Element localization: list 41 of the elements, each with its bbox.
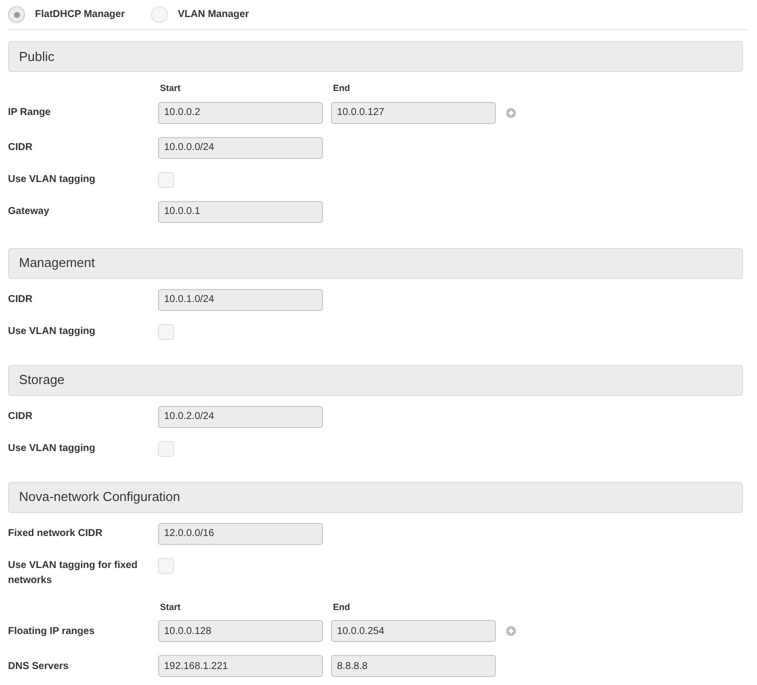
checkbox[interactable] bbox=[158, 172, 174, 188]
field-label: CIDR bbox=[8, 141, 34, 155]
checkbox[interactable] bbox=[158, 324, 174, 340]
column-header: Start bbox=[160, 600, 182, 614]
field-label: Fixed network CIDR bbox=[8, 527, 104, 541]
radio-button[interactable] bbox=[150, 6, 168, 23]
radio-button[interactable] bbox=[8, 6, 25, 23]
text-field[interactable]: 12.0.0.0/16 bbox=[158, 522, 323, 544]
field-label: Use VLAN tagging bbox=[8, 324, 96, 338]
field-label: Gateway bbox=[8, 205, 50, 219]
section-header: Management bbox=[8, 248, 743, 278]
checkbox[interactable] bbox=[158, 440, 174, 456]
text-field[interactable]: 10.0.0.128 bbox=[158, 620, 323, 642]
section-header: Storage bbox=[8, 364, 743, 396]
column-header: End bbox=[333, 82, 350, 95]
field-label: Floating IP ranges bbox=[8, 624, 96, 638]
text-field[interactable]: 10.0.0.2 bbox=[158, 102, 323, 124]
radio-label: VLAN Manager bbox=[178, 8, 249, 22]
field-label: Use VLAN tagging for fixed networks bbox=[8, 558, 138, 588]
field-label: DNS Servers bbox=[8, 660, 70, 674]
field-label: Use VLAN tagging bbox=[8, 442, 96, 456]
text-field[interactable]: 8.8.8.8 bbox=[331, 655, 496, 677]
text-field[interactable]: 10.0.0.127 bbox=[331, 102, 496, 124]
text-field[interactable]: 10.0.0.254 bbox=[331, 620, 496, 642]
section-header: Public bbox=[8, 41, 743, 72]
field-label: CIDR bbox=[8, 293, 34, 307]
text-field[interactable]: 192.168.1.221 bbox=[158, 655, 323, 677]
add-icon[interactable] bbox=[506, 108, 516, 118]
field-label: Use VLAN tagging bbox=[8, 172, 96, 186]
field-label: CIDR bbox=[8, 410, 34, 424]
section-header: Nova-network Configuration bbox=[8, 482, 743, 512]
text-field[interactable]: 10.0.0.0/24 bbox=[158, 136, 323, 158]
text-field[interactable]: 10.0.2.0/24 bbox=[158, 406, 323, 428]
text-field[interactable]: 10.0.1.0/24 bbox=[158, 288, 323, 310]
field-label: IP Range bbox=[8, 106, 52, 120]
radio-label: FlatDHCP Manager bbox=[35, 8, 125, 22]
checkbox[interactable] bbox=[158, 558, 174, 574]
column-header: End bbox=[333, 600, 350, 614]
text-field[interactable]: 10.0.0.1 bbox=[158, 200, 323, 222]
column-header: Start bbox=[160, 82, 182, 95]
add-icon[interactable] bbox=[506, 626, 516, 636]
